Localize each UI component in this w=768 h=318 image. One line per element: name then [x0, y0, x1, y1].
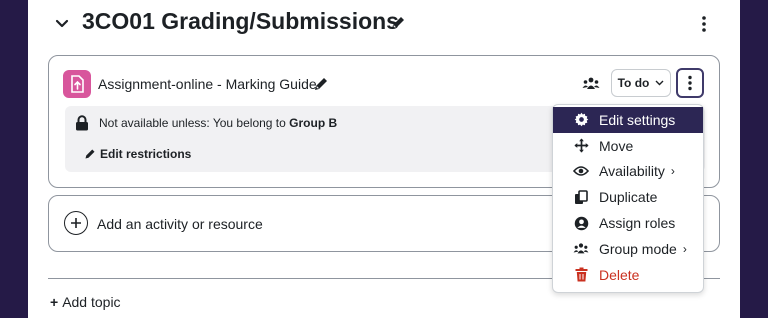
edit-restrictions-label: Edit restrictions	[100, 147, 192, 161]
completion-todo-button[interactable]: To do	[611, 69, 671, 97]
activity-name-link[interactable]: Assignment-online - Marking Guide	[98, 76, 317, 92]
menu-item-label: Group mode	[599, 240, 677, 257]
add-activity-label: Add an activity or resource	[97, 216, 263, 232]
plus-circle-icon	[64, 211, 88, 235]
group-mode-icon[interactable]	[582, 76, 600, 92]
menu-item-label: Assign roles	[599, 215, 676, 232]
menu-item-availability[interactable]: Availability ›	[553, 159, 703, 185]
menu-item-duplicate[interactable]: Duplicate	[553, 184, 703, 210]
edit-restrictions-link[interactable]: Edit restrictions	[84, 147, 191, 161]
menu-item-label: Delete	[599, 266, 640, 283]
gear-icon	[573, 112, 589, 128]
section-title: 3CO01 Grading/Submissions	[82, 8, 399, 34]
collapse-section-button[interactable]	[52, 14, 72, 34]
menu-item-label: Edit settings	[599, 111, 676, 128]
chevron-down-icon	[55, 19, 69, 28]
chevron-down-icon	[655, 80, 664, 86]
trash-icon	[573, 267, 589, 283]
section-header: 3CO01 Grading/Submissions	[28, 8, 740, 38]
user-circle-icon	[573, 215, 589, 231]
menu-item-assign-roles[interactable]: Assign roles	[553, 210, 703, 236]
edit-title-button[interactable]	[390, 15, 406, 31]
edit-activity-name-button[interactable]	[313, 76, 329, 92]
lock-icon	[75, 115, 89, 131]
menu-item-group-mode[interactable]: Group mode ›	[553, 236, 703, 262]
add-topic-label: Add topic	[62, 294, 121, 310]
copy-icon	[573, 189, 589, 205]
menu-item-edit-settings[interactable]: Edit settings	[553, 107, 703, 133]
kebab-menu-icon	[702, 16, 706, 32]
todo-label: To do	[617, 76, 650, 90]
restriction-group: Group B	[289, 116, 338, 130]
move-arrows-icon	[573, 138, 589, 154]
chevron-right-icon: ›	[670, 164, 675, 179]
menu-item-label: Duplicate	[599, 189, 658, 206]
section-actions-button[interactable]	[694, 13, 714, 35]
restriction-prefix: Not available unless: You belong to	[99, 116, 290, 130]
restriction-text: Not available unless: You belong to Grou…	[99, 116, 337, 130]
plus-icon: +	[50, 294, 59, 310]
menu-item-label: Availability	[599, 163, 665, 180]
pencil-icon	[315, 78, 327, 90]
activity-actions-menu: Edit settings Move Availability › Duplica…	[552, 104, 704, 293]
menu-item-delete[interactable]: Delete	[553, 262, 703, 288]
pencil-icon	[85, 149, 95, 159]
pencil-icon	[392, 17, 404, 29]
menu-item-label: Move	[599, 137, 634, 154]
add-topic-link[interactable]: + Add topic	[50, 294, 121, 310]
group-icon	[573, 241, 589, 257]
assignment-icon	[63, 70, 91, 98]
menu-item-move[interactable]: Move	[553, 133, 703, 159]
eye-icon	[573, 163, 589, 179]
kebab-menu-icon	[688, 75, 692, 91]
activity-actions-button[interactable]	[676, 68, 704, 98]
chevron-right-icon: ›	[682, 241, 687, 256]
